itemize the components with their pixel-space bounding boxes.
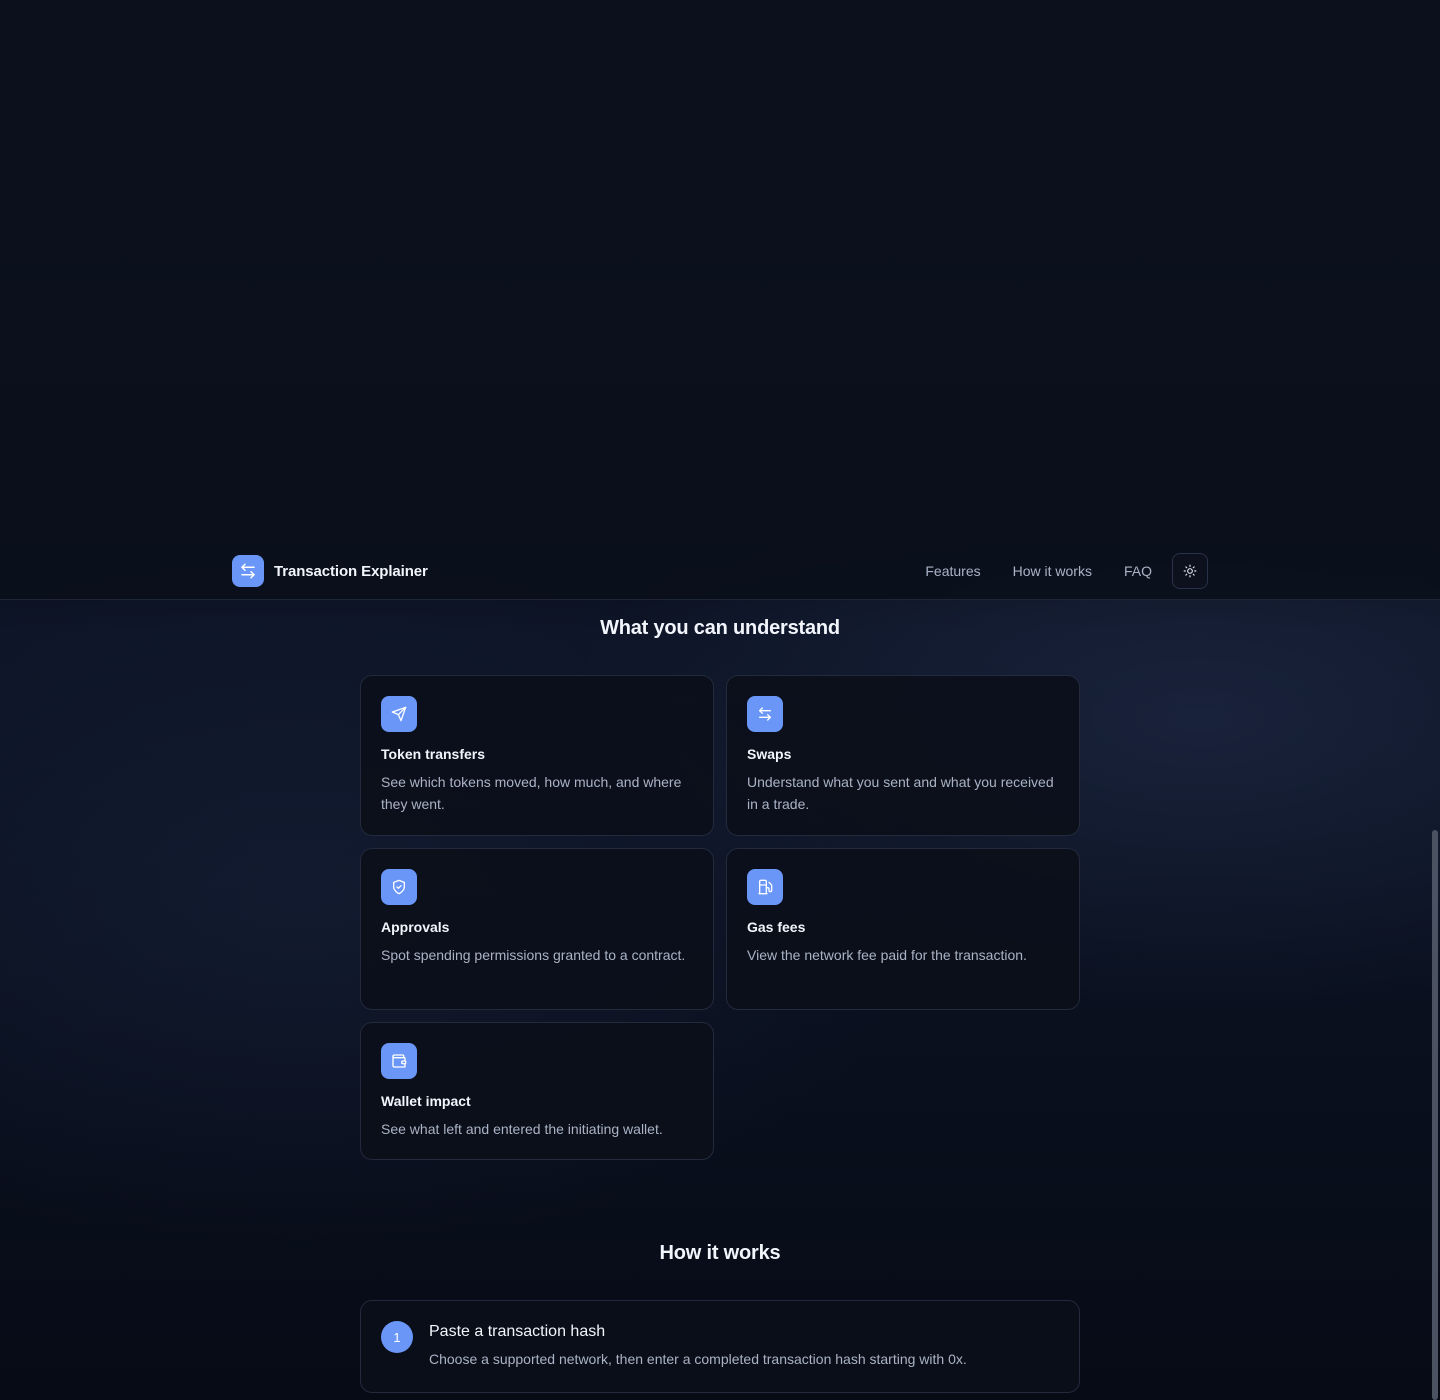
nav-link-how-it-works[interactable]: How it works (1013, 563, 1092, 579)
navbar-inner: Transaction Explainer Features How it wo… (232, 543, 1208, 599)
feature-card-approvals: Approvals Spot spending permissions gran… (360, 848, 714, 1010)
sun-icon (1183, 564, 1197, 578)
card-title: Gas fees (747, 919, 806, 935)
step-desc: Choose a supported network, then enter a… (429, 1351, 967, 1367)
card-desc: View the network fee paid for the transa… (747, 947, 1027, 963)
card-desc: Spot spending permissions granted to a c… (381, 947, 686, 963)
card-title: Wallet impact (381, 1093, 471, 1109)
shield-check-icon (381, 869, 417, 905)
how-it-works-title: How it works (659, 1242, 781, 1264)
swap-arrows-icon (747, 696, 783, 732)
nav-links: Features How it works FAQ (925, 553, 1208, 589)
swap-arrows-icon (232, 555, 264, 587)
card-title: Swaps (747, 746, 792, 762)
brand[interactable]: Transaction Explainer (232, 555, 428, 587)
nav-link-faq[interactable]: FAQ (1124, 563, 1152, 579)
send-icon (381, 696, 417, 732)
step-title: Paste a transaction hash (429, 1323, 606, 1340)
navbar: Transaction Explainer Features How it wo… (0, 543, 1440, 600)
card-desc: See what left and entered the initiating… (381, 1121, 663, 1137)
step-card: 1 Paste a transaction hash Choose a supp… (360, 1300, 1080, 1393)
feature-card-token-transfers: Token transfers See which tokens moved, … (360, 675, 714, 836)
empty-hero-area (0, 0, 1440, 543)
feature-card-gas-fees: Gas fees View the network fee paid for t… (726, 848, 1080, 1010)
feature-card-swaps: Swaps Understand what you sent and what … (726, 675, 1080, 836)
brand-name: Transaction Explainer (274, 562, 428, 580)
nav-link-features[interactable]: Features (925, 563, 980, 579)
wallet-icon (381, 1043, 417, 1079)
fuel-icon (747, 869, 783, 905)
theme-toggle-button[interactable] (1172, 553, 1208, 589)
card-desc: Understand what you sent and what you re… (747, 774, 1054, 812)
page: Transaction Explainer Features How it wo… (0, 0, 1440, 1400)
card-title: Approvals (381, 919, 450, 935)
feature-card-wallet-impact: Wallet impact See what left and entered … (360, 1022, 714, 1160)
scrollbar-thumb[interactable] (1432, 830, 1438, 1400)
step-number-badge: 1 (381, 1321, 413, 1353)
features-title: What you can understand (600, 617, 840, 639)
card-desc: See which tokens moved, how much, and wh… (381, 774, 682, 812)
card-title: Token transfers (381, 746, 485, 762)
